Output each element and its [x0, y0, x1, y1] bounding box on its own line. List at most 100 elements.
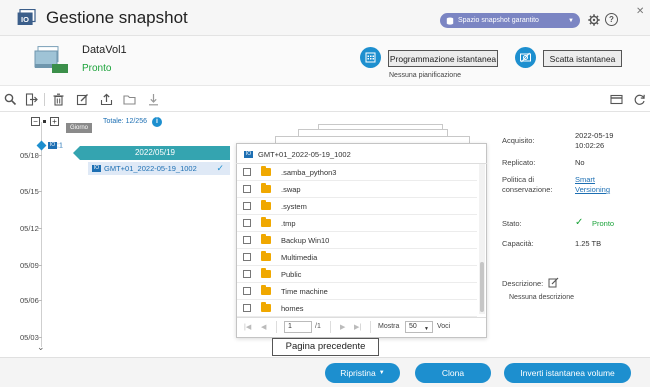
smart-versioning-link-2[interactable]: Versioning [575, 185, 610, 194]
acquired-label: Acquisito: [502, 136, 535, 145]
file-checkbox[interactable] [243, 236, 251, 244]
file-checkbox[interactable] [243, 287, 251, 295]
search-icon[interactable] [4, 93, 17, 106]
schedule-snapshot-button[interactable]: Programmazione istantanea [388, 50, 498, 67]
upload-icon[interactable] [100, 93, 113, 106]
view-panel-icon[interactable] [610, 93, 623, 106]
page-total: /1 [315, 323, 321, 330]
page-title: Gestione snapshot [46, 8, 188, 27]
page-number-input[interactable]: 1 [284, 321, 312, 333]
info-icon[interactable]: i [152, 117, 162, 127]
timeline-tick [37, 191, 42, 192]
export-icon[interactable] [25, 93, 38, 106]
zoom-level-dot [43, 120, 46, 123]
folder-icon [261, 285, 271, 295]
timeline-date: 05/12 [20, 224, 39, 233]
items-label: Voci [437, 323, 451, 330]
snapshot-total: Totale: 12/256 [103, 118, 147, 125]
zoom-out-button[interactable]: − [31, 117, 40, 126]
state-value: Pronto [592, 219, 615, 228]
restore-button[interactable]: Ripristina ▼ [325, 363, 400, 383]
prev-page-icon[interactable]: ◀ [261, 323, 266, 331]
next-page-icon[interactable]: ▶ [340, 323, 345, 331]
trash-icon[interactable] [52, 93, 65, 106]
file-name: Public [281, 269, 302, 279]
file-checkbox[interactable] [243, 185, 251, 193]
chevron-down-icon: ▼ [568, 17, 574, 24]
folder-icon [261, 234, 271, 244]
tooltip: Pagina precedente [272, 338, 379, 356]
items-per-page-select[interactable]: 50 ▼ [405, 321, 433, 333]
file-checkbox[interactable] [243, 270, 251, 278]
timeline-date: 05/09 [20, 261, 39, 270]
last-page-icon[interactable]: ▶| [354, 323, 361, 331]
capacity-value: 1.25 TB [575, 239, 602, 248]
file-name: .swap [281, 184, 301, 194]
file-row[interactable]: .system [237, 198, 477, 215]
file-row[interactable]: Public [237, 266, 477, 283]
schedule-calendar-icon[interactable] [360, 47, 381, 68]
close-icon[interactable]: ✕ [636, 6, 644, 17]
snapshot-icon: IO [244, 151, 253, 158]
timeline-date: 05/18 [20, 151, 39, 160]
file-checkbox[interactable] [243, 219, 251, 227]
database-icon [446, 17, 454, 25]
pager-divider [330, 321, 331, 333]
download-icon[interactable] [147, 93, 160, 106]
folder-icon [261, 183, 271, 193]
chevron-down-icon: ▼ [424, 326, 429, 332]
clone-button[interactable]: Clona [415, 363, 491, 383]
acquired-date: 2022-05-19 [575, 131, 614, 140]
file-name: Backup Win10 [281, 235, 330, 245]
revert-volume-snapshot-button[interactable]: Inverti istantanea volume [504, 363, 631, 383]
file-name: homes [281, 303, 304, 313]
snapshot-icon: IO [92, 165, 101, 172]
scrollbar-thumb[interactable] [480, 262, 484, 312]
file-checkbox[interactable] [243, 253, 251, 261]
chevron-down-icon[interactable]: ⌄ [37, 342, 45, 353]
file-row[interactable]: Time machine [237, 283, 477, 300]
file-checkbox[interactable] [243, 202, 251, 210]
gear-icon[interactable] [588, 14, 600, 26]
edit-icon[interactable] [548, 277, 559, 288]
guaranteed-space-button[interactable]: Spazio snapshot garantito ▼ [440, 13, 580, 28]
replicated-value: No [575, 158, 585, 167]
chevron-down-icon: ▼ [378, 370, 385, 376]
folder-icon [261, 251, 271, 261]
refresh-icon[interactable] [633, 93, 646, 106]
zoom-level-badge: Giorno [66, 123, 92, 133]
file-checkbox[interactable] [243, 168, 251, 176]
file-row[interactable]: Backup Win10 [237, 232, 477, 249]
edit-icon[interactable] [76, 93, 89, 106]
zoom-in-button[interactable]: + [50, 117, 59, 126]
first-page-icon[interactable]: |◀ [244, 323, 251, 331]
snapshot-list-item[interactable]: IO GMT+01_2022-05-19_1002 ✓ [88, 162, 230, 175]
file-checkbox[interactable] [243, 304, 251, 312]
description-value: Nessuna descrizione [509, 294, 574, 301]
state-label: Stato: [502, 219, 522, 228]
retention-policy-label: Politica di [502, 175, 535, 184]
day-header: 2022/05/19 [80, 146, 230, 160]
file-row[interactable]: .swap [237, 181, 477, 198]
file-row[interactable]: .samba_python3 [237, 164, 477, 181]
file-browser-title: IO GMT+01_2022-05-19_1002 [244, 150, 351, 159]
capacity-label: Capacità: [502, 239, 534, 248]
timeline-marker[interactable] [36, 140, 47, 151]
file-row[interactable]: homes [237, 300, 477, 317]
take-snapshot-button[interactable]: Scatta istantanea [543, 50, 622, 67]
volume-icon [34, 46, 68, 74]
acquired-time: 10:02:26 [575, 141, 605, 150]
schedule-note: Nessuna pianificazione [389, 72, 461, 79]
smart-versioning-link[interactable]: Smart [575, 175, 595, 184]
camera-icon[interactable] [515, 47, 536, 68]
volume-name: DataVol1 [82, 44, 127, 56]
timeline-date: 05/03 [20, 333, 39, 342]
folder-icon [261, 200, 271, 210]
toolbar-divider [44, 93, 45, 106]
timeline-tick [37, 300, 42, 301]
file-row[interactable]: .tmp [237, 215, 477, 232]
file-row[interactable]: Multimedia [237, 249, 477, 266]
help-icon[interactable]: ? [605, 13, 618, 26]
timeline-tick [37, 155, 42, 156]
folder-icon[interactable] [123, 93, 136, 106]
